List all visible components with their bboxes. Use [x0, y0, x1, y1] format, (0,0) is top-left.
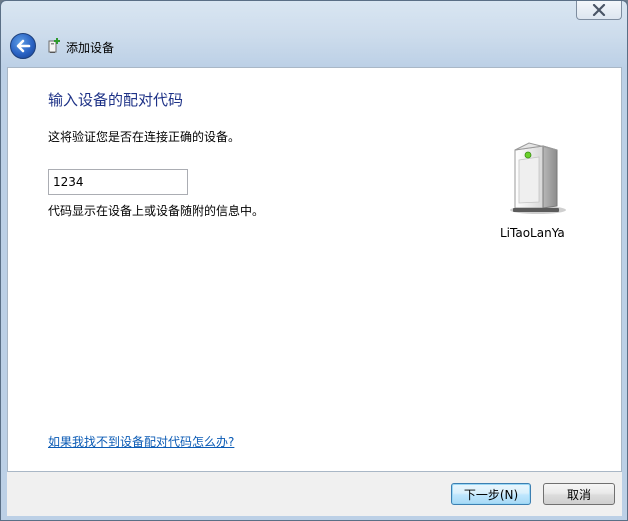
add-device-window: 添加设备 输入设备的配对代码 这将验证您是否在连接正确的设备。 代码显示在设备上… — [0, 0, 628, 521]
cancel-button[interactable]: 取消 — [543, 483, 615, 505]
help-link[interactable]: 如果我找不到设备配对代码怎么办? — [48, 433, 234, 450]
content-panel: 输入设备的配对代码 这将验证您是否在连接正确的设备。 代码显示在设备上或设备随附… — [7, 67, 622, 472]
back-button[interactable] — [10, 33, 36, 59]
device-name: LiTaoLanYa — [500, 226, 565, 240]
pairing-code-hint: 代码显示在设备上或设备随附的信息中。 — [48, 204, 265, 218]
back-arrow-icon — [16, 39, 31, 53]
page-description: 这将验证您是否在连接正确的设备。 — [48, 130, 241, 144]
page-heading: 输入设备的配对代码 — [48, 91, 184, 109]
add-device-icon — [48, 38, 60, 53]
button-bar: 下一步(N) 取消 — [7, 472, 622, 516]
next-button[interactable]: 下一步(N) — [451, 483, 531, 505]
close-icon — [592, 3, 606, 16]
window-title: 添加设备 — [66, 41, 115, 55]
device-tower-icon — [510, 142, 566, 214]
pairing-code-input[interactable] — [48, 169, 188, 195]
close-button[interactable] — [576, 1, 622, 20]
